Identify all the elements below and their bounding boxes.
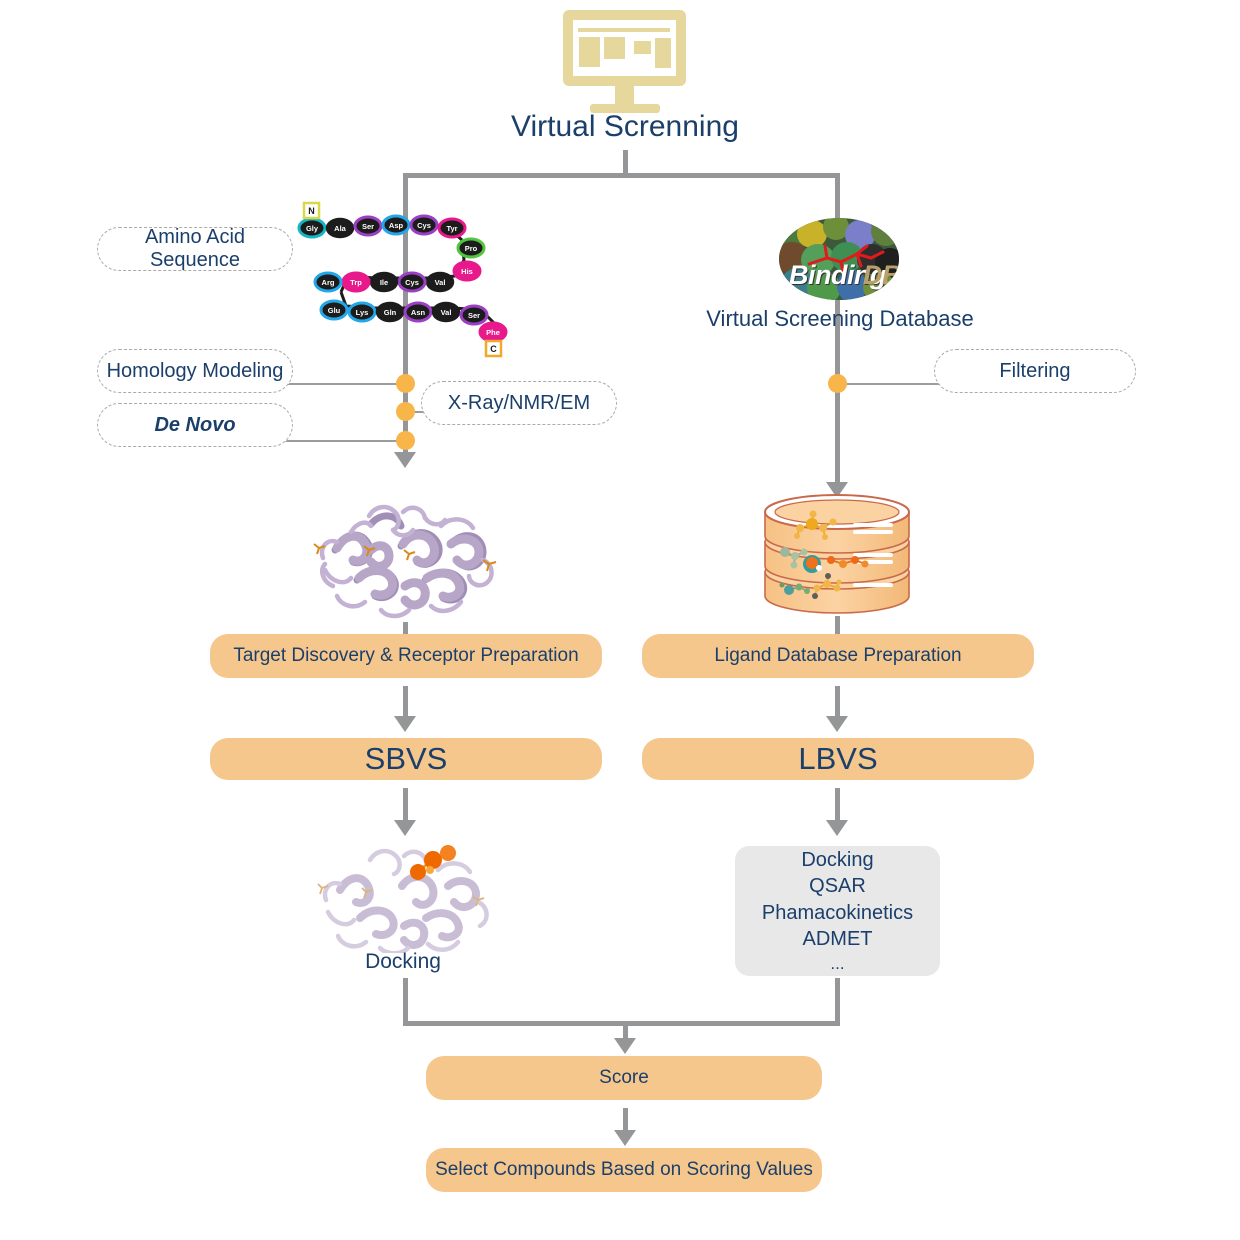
svg-text:Cys: Cys bbox=[405, 278, 419, 287]
method-item-admet: ADMET bbox=[802, 928, 873, 951]
arrow-left-to-protein bbox=[394, 452, 416, 468]
pill-homology-modeling[interactable]: Homology Modeling bbox=[97, 349, 293, 393]
arrow-score-to-select bbox=[614, 1130, 636, 1146]
svg-text:Pro: Pro bbox=[465, 244, 478, 253]
box-ligand-database-label: Ligand Database Preparation bbox=[714, 645, 962, 666]
pill-de-novo-label: De Novo bbox=[154, 413, 236, 436]
connector-homology-to-trunk bbox=[285, 383, 405, 385]
bindingdb-logo: Binding DB bbox=[779, 218, 899, 300]
connector-protein-to-prep bbox=[403, 622, 408, 634]
box-select-compounds[interactable]: Select Compounds Based on Scoring Values bbox=[426, 1148, 822, 1192]
arrow-sbvs-to-docking bbox=[394, 820, 416, 836]
box-score-label: Score bbox=[599, 1067, 649, 1088]
monitor-doc-4 bbox=[655, 38, 671, 68]
connector-docking-down bbox=[403, 978, 408, 1026]
svg-text:Tyr: Tyr bbox=[446, 224, 457, 233]
method-item-pharmacokinetics: Phamacokinetics bbox=[761, 901, 914, 924]
svg-text:Val: Val bbox=[435, 278, 446, 287]
junction-dot-homology bbox=[396, 374, 415, 393]
junction-dot-denovo bbox=[396, 431, 415, 450]
pill-xray-nmr-em-label: X-Ray/NMR/EM bbox=[447, 391, 591, 414]
box-sbvs[interactable]: SBVS bbox=[210, 738, 602, 780]
pill-amino-acid-sequence[interactable]: Amino Acid Sequence bbox=[97, 226, 293, 271]
box-target-discovery-label: Target Discovery & Receptor Preparation bbox=[233, 645, 579, 666]
arrow-merge-to-score bbox=[614, 1038, 636, 1054]
logo-secondary-text: DB bbox=[863, 260, 899, 290]
junction-dot-xray bbox=[396, 402, 415, 421]
monitor-doc-3 bbox=[634, 41, 651, 54]
svg-text:Gln: Gln bbox=[384, 308, 397, 317]
svg-text:His: His bbox=[461, 267, 473, 276]
connector-sbvs-to-docking bbox=[403, 788, 408, 822]
page-title: Virtual Screnning bbox=[511, 110, 739, 143]
box-sbvs-label: SBVS bbox=[364, 741, 448, 776]
svg-text:Val: Val bbox=[441, 308, 452, 317]
junction-dot-filtering bbox=[828, 374, 847, 393]
monitor-screen-line bbox=[578, 28, 670, 32]
svg-text:Glu: Glu bbox=[328, 306, 341, 315]
svg-text:Arg: Arg bbox=[322, 278, 335, 287]
box-score[interactable]: Score bbox=[426, 1056, 822, 1100]
svg-text:C: C bbox=[490, 344, 497, 354]
pill-filtering[interactable]: Filtering bbox=[934, 349, 1136, 393]
monitor-doc-1 bbox=[579, 37, 600, 67]
connector-prep-to-sbvs bbox=[403, 686, 408, 718]
monitor-neck bbox=[615, 86, 634, 106]
box-select-compounds-label: Select Compounds Based on Scoring Values bbox=[435, 1159, 813, 1180]
connector-title-down bbox=[623, 150, 628, 175]
connector-methods-down bbox=[835, 978, 840, 1026]
svg-text:Gly: Gly bbox=[306, 224, 319, 233]
box-target-discovery-receptor-preparation[interactable]: Target Discovery & Receptor Preparation bbox=[210, 634, 602, 678]
arrow-prep-to-sbvs bbox=[394, 716, 416, 732]
connector-merge-horizontal bbox=[403, 1021, 840, 1026]
connector-denovo-to-trunk bbox=[285, 440, 405, 442]
pill-filtering-label: Filtering bbox=[999, 359, 1071, 382]
virtual-screening-database-caption: Virtual Screening Database bbox=[706, 306, 974, 331]
connector-lbvs-to-methods bbox=[835, 788, 840, 822]
box-lbvs-methods[interactable]: Docking QSAR Phamacokinetics ADMET ... bbox=[735, 846, 940, 976]
svg-text:Ile: Ile bbox=[380, 278, 388, 287]
pill-xray-nmr-em[interactable]: X-Ray/NMR/EM bbox=[421, 381, 617, 425]
pill-homology-modeling-label: Homology Modeling bbox=[106, 359, 284, 382]
svg-text:Asp: Asp bbox=[389, 221, 404, 230]
method-item-qsar: QSAR bbox=[809, 875, 866, 898]
monitor-icon bbox=[563, 10, 688, 113]
svg-text:Cys: Cys bbox=[417, 221, 431, 230]
diagram-canvas: Virtual Screnning Amino Acid Sequence Gl… bbox=[0, 0, 1240, 1240]
svg-text:Asn: Asn bbox=[411, 308, 426, 317]
method-item-ellipsis: ... bbox=[830, 953, 845, 973]
arrow-lbvs-to-methods bbox=[826, 820, 848, 836]
box-lbvs-label: LBVS bbox=[798, 741, 878, 776]
box-ligand-database-preparation[interactable]: Ligand Database Preparation bbox=[642, 634, 1034, 678]
connector-split-horizontal bbox=[403, 173, 840, 178]
ligand-database-cylinder bbox=[764, 494, 910, 614]
protein-ribbon-structure bbox=[313, 504, 497, 619]
svg-text:Ser: Ser bbox=[468, 311, 480, 320]
method-item-docking: Docking bbox=[801, 849, 874, 871]
monitor-doc-2 bbox=[604, 37, 625, 59]
box-lbvs[interactable]: LBVS bbox=[642, 738, 1034, 780]
pill-amino-acid-sequence-label: Amino Acid Sequence bbox=[144, 226, 246, 271]
svg-text:Phe: Phe bbox=[486, 328, 500, 337]
svg-text:Ser: Ser bbox=[362, 222, 374, 231]
protein-ligand-docking-structure bbox=[317, 845, 489, 953]
svg-text:Ala: Ala bbox=[334, 224, 347, 233]
svg-text:Trp: Trp bbox=[350, 278, 362, 287]
arrow-prep-to-lbvs bbox=[826, 716, 848, 732]
svg-text:N: N bbox=[308, 206, 315, 216]
connector-db-to-prep bbox=[835, 616, 840, 634]
pill-de-novo[interactable]: De Novo bbox=[97, 403, 293, 447]
svg-text:Lys: Lys bbox=[356, 308, 369, 317]
docking-caption: Docking bbox=[365, 950, 441, 973]
connector-prep-to-lbvs bbox=[835, 686, 840, 718]
amino-acid-chain-graphic: Gly Ala Ser Asp Cys Tyr Pro His Val Cys Ile Trp… bbox=[297, 201, 508, 358]
